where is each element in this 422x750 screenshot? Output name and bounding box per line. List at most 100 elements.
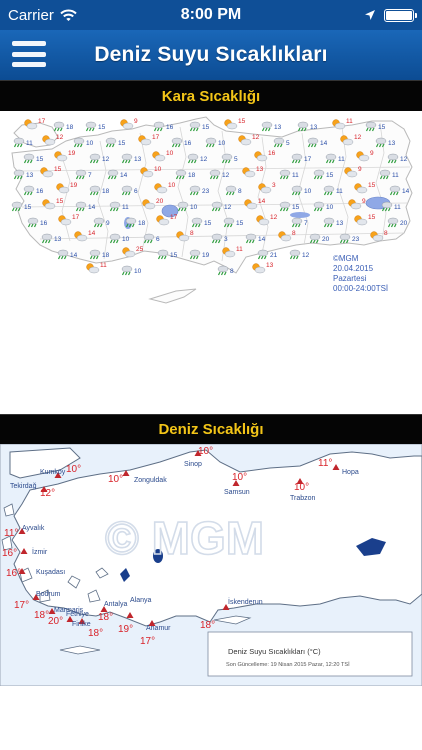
rain-cloud-icon (85, 121, 97, 132)
land-temperature-map[interactable]: 17 18 15 9 16 15 15 13 13 11 15 11 12 10 15 17 16 10 12 5 14… (0, 111, 422, 317)
land-temp-label: 15 (98, 124, 106, 131)
land-temp-label: 12 (354, 134, 362, 141)
nav-bar: Deniz Suyu Sıcaklıkları (0, 30, 422, 80)
sea-map-canvas: © MGM Deniz Suyu Sıcaklıkları (°C) Son G… (0, 443, 422, 687)
land-temp-label: 10 (218, 140, 226, 147)
land-temp-label: 12 (302, 252, 310, 259)
land-temp-label: 12 (102, 156, 110, 163)
station-name: Tekirdağ (10, 483, 37, 490)
station-temp: 11° (318, 458, 332, 469)
sun-cloud-icon (120, 119, 134, 130)
land-temp-label: 17 (72, 214, 80, 221)
station-name: Alanya (130, 597, 152, 604)
station-temp: 10° (108, 474, 123, 485)
land-temp-label: 11 (236, 246, 243, 253)
status-bar: Carrier 8:00 PM (0, 0, 422, 30)
land-temp-label: 19 (68, 150, 76, 157)
rain-cloud-icon (217, 265, 229, 276)
land-temp-label: 10 (122, 236, 130, 243)
land-temp-label: 12 (252, 134, 260, 141)
land-temp-label: 9 (106, 220, 110, 227)
land-temp-label: 15 (118, 140, 126, 147)
land-temp-label: 12 (270, 214, 278, 221)
station-name: Anamur (146, 625, 171, 632)
land-temp-label: 5 (286, 140, 290, 147)
page-title: Deniz Suyu Sıcaklıkları (94, 43, 328, 66)
station-name: Sinop (184, 461, 202, 468)
land-temp-label: 13 (134, 156, 142, 163)
land-temp-label: 11 (100, 262, 107, 269)
land-temp-label: 15 (56, 198, 64, 205)
land-temp-label: 17 (38, 118, 46, 125)
sea-temperature-map[interactable]: © MGM Deniz Suyu Sıcaklıkları (°C) Son G… (0, 443, 422, 687)
land-temp-label: 15 (54, 166, 62, 173)
land-temp-label: 13 (310, 124, 318, 131)
sun-cloud-icon (224, 119, 238, 130)
station-temp: 18° (34, 610, 49, 621)
land-temp-label: 16 (268, 150, 276, 157)
rain-cloud-icon (121, 265, 133, 276)
land-temp-label: 18 (138, 220, 146, 227)
land-temp-label: 15 (326, 172, 334, 179)
stamp-brand: ©MGM (333, 254, 359, 263)
land-temp-label: 11 (338, 156, 345, 163)
land-temp-label: 19 (202, 252, 210, 259)
land-temp-label: 20 (400, 220, 408, 227)
station-temp: 10° (198, 446, 213, 457)
land-temp-label: 10 (166, 150, 174, 157)
land-temp-label: 14 (88, 230, 96, 237)
land-temp-label: 14 (70, 252, 78, 259)
land-temp-label: 10 (190, 204, 198, 211)
station-name: Trabzon (290, 495, 316, 502)
station-name: Kumköy (40, 469, 66, 476)
land-temp-label: 17 (152, 134, 160, 141)
land-temp-label: 12 (200, 156, 208, 163)
station-temp: 18° (88, 628, 103, 639)
land-temp-label: 15 (238, 118, 246, 125)
station-temp: 17° (14, 600, 29, 611)
land-temp-label: 12 (56, 134, 64, 141)
land-temp-label: 14 (320, 140, 328, 147)
legend-updated: Son Güncelleme: 19 Nisan 2015 Pazar, 12:… (226, 661, 350, 668)
land-temp-label: 13 (274, 124, 282, 131)
land-temp-label: 15 (24, 204, 32, 211)
land-temp-label: 15 (236, 220, 244, 227)
station-name: Samsun (224, 489, 250, 496)
station-name: Finike (72, 621, 91, 628)
station-name: Zonguldak (134, 477, 167, 484)
station-name: Antalya (104, 601, 127, 608)
rain-cloud-icon (53, 121, 65, 132)
land-temp-label: 10 (326, 204, 334, 211)
land-temp-label: 10 (304, 188, 312, 195)
sun-cloud-icon (252, 263, 266, 274)
land-temp-label: 17 (304, 156, 312, 163)
land-temp-label: 8 (230, 268, 234, 275)
station-temp: 16° (2, 548, 17, 559)
map-watermark: © MGM (105, 512, 264, 564)
land-temp-label: 8 (292, 230, 296, 237)
land-temp-label: 14 (258, 198, 266, 205)
land-temp-label: 15 (36, 156, 44, 163)
menu-button[interactable] (12, 36, 46, 72)
land-temp-label: 10 (168, 182, 176, 189)
stamp-hours: 00:00-24:00TSİ (333, 284, 388, 293)
station-name: Ayvalık (22, 525, 45, 532)
land-temp-label: 20 (156, 198, 164, 205)
land-temp-label: 10 (86, 140, 94, 147)
land-temp-label: 11 (292, 172, 299, 179)
rain-cloud-icon (57, 249, 69, 260)
land-temp-label: 15 (204, 220, 212, 227)
station-temp: 10° (232, 472, 247, 483)
land-temp-label: 3 (272, 182, 276, 189)
land-temp-label: 9 (362, 198, 366, 205)
land-temp-label: 6 (134, 188, 138, 195)
land-temp-label: 9 (370, 150, 374, 157)
land-temp-label: 15 (170, 252, 178, 259)
carrier-label: Carrier (8, 6, 54, 24)
land-temp-label: 23 (202, 188, 210, 195)
station-name: Fethiye (66, 611, 89, 618)
land-map-canvas: 17 18 15 9 16 15 15 13 13 11 15 11 12 10 15 17 16 10 12 5 14… (11, 116, 413, 304)
rain-cloud-icon (157, 249, 169, 260)
sun-cloud-icon (86, 263, 100, 274)
station-temp: 10° (66, 464, 81, 475)
